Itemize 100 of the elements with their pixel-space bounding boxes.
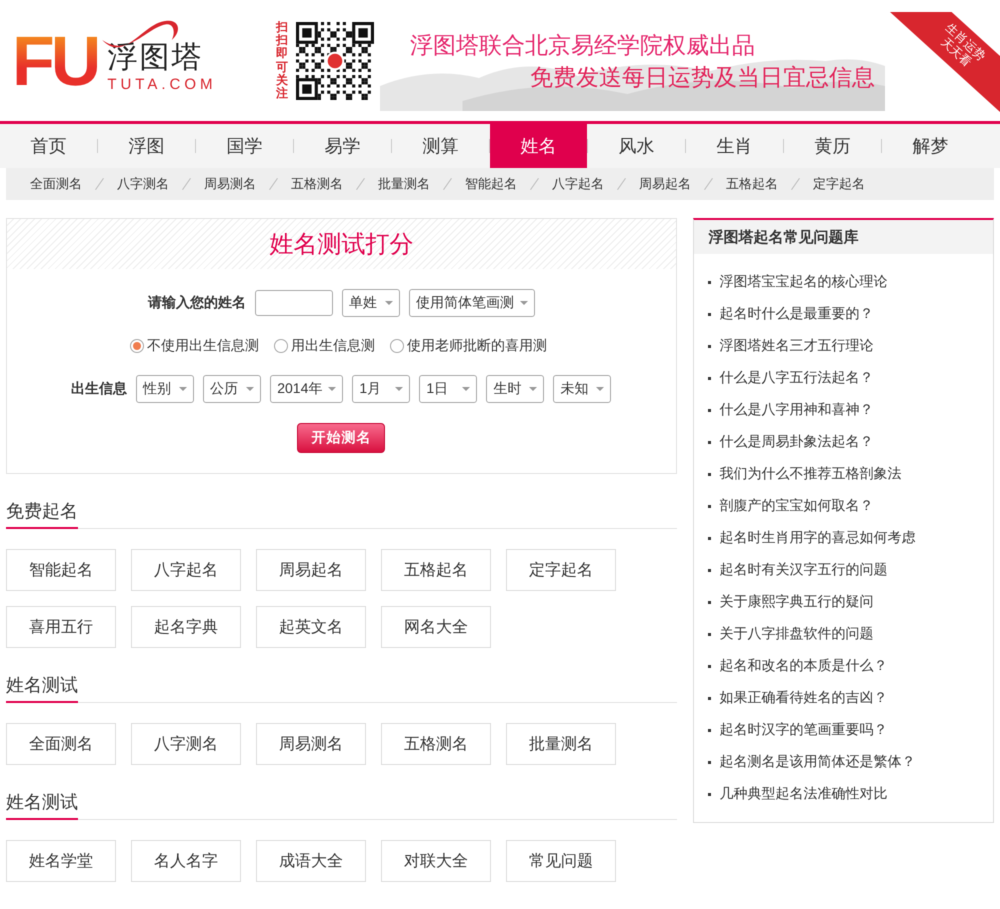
- subnav-link[interactable]: 定字起名: [813, 175, 865, 193]
- link-button[interactable]: 起名字典: [131, 606, 241, 648]
- section-title: 免费起名: [6, 500, 78, 529]
- bullet-icon: [708, 792, 711, 796]
- faq-link[interactable]: 起名和改名的本质是什么？: [720, 657, 888, 675]
- bullet-icon: [708, 568, 711, 572]
- link-button[interactable]: 定字起名: [506, 549, 616, 591]
- subnav-link[interactable]: 周易测名: [204, 175, 256, 193]
- dropdown[interactable]: 1日: [419, 375, 478, 403]
- bullet-icon: [708, 408, 711, 412]
- dropdown[interactable]: 未知: [553, 375, 612, 403]
- radio-label[interactable]: 用出生信息测: [290, 337, 375, 355]
- link-button[interactable]: 批量测名: [506, 723, 616, 765]
- radio-button[interactable]: [274, 339, 288, 353]
- field-label: 请输入您的姓名: [148, 294, 246, 312]
- bullet-icon: [708, 440, 711, 444]
- nav-tab[interactable]: 风水: [588, 124, 685, 168]
- section-title: 姓名测试: [6, 674, 78, 703]
- subnav-link[interactable]: 八字测名: [117, 175, 169, 193]
- bullet-icon: [708, 504, 711, 508]
- dropdown[interactable]: 性别: [136, 375, 194, 403]
- dropdown[interactable]: 生时: [486, 375, 544, 403]
- bullet-icon: [708, 664, 711, 668]
- subnav-link[interactable]: 八字起名: [552, 175, 604, 193]
- link-button[interactable]: 周易起名: [256, 549, 366, 591]
- nav-tab[interactable]: 浮图: [98, 124, 195, 168]
- bullet-icon: [708, 632, 711, 636]
- link-button[interactable]: 五格测名: [381, 723, 491, 765]
- link-button[interactable]: 常见问题: [506, 840, 616, 882]
- bullet-icon: [708, 728, 711, 732]
- corner-ribbon[interactable]: 生肖运势 天天看: [890, 12, 1000, 112]
- nav-tab[interactable]: 国学: [196, 124, 293, 168]
- faq-link[interactable]: 起名时什么是最重要的？: [720, 305, 874, 323]
- link-button[interactable]: 成语大全: [256, 840, 366, 882]
- bullet-icon: [708, 536, 711, 540]
- bullet-icon: [708, 696, 711, 700]
- subnav-link[interactable]: 五格起名: [726, 175, 778, 193]
- faq-link[interactable]: 几种典型起名法准确性对比: [720, 785, 888, 803]
- faq-link[interactable]: 起名时汉字的笔画重要吗？: [720, 721, 888, 739]
- faq-link[interactable]: 起名测名是该用简体还是繁体？: [720, 753, 916, 771]
- bullet-icon: [708, 312, 711, 316]
- dropdown[interactable]: 单姓: [342, 289, 400, 317]
- link-button[interactable]: 智能起名: [6, 549, 116, 591]
- bullet-icon: [708, 472, 711, 476]
- link-button[interactable]: 名人名字: [131, 840, 241, 882]
- link-button[interactable]: 周易测名: [256, 723, 366, 765]
- logo-name: 浮图塔: [107, 40, 204, 76]
- dropdown[interactable]: 公历: [203, 375, 262, 403]
- nav-tab[interactable]: 首页: [0, 124, 97, 168]
- link-button[interactable]: 对联大全: [381, 840, 491, 882]
- bullet-icon: [708, 760, 711, 764]
- link-button[interactable]: 五格起名: [381, 549, 491, 591]
- link-button[interactable]: 起英文名: [256, 606, 366, 648]
- faq-link[interactable]: 起名时有关汉字五行的问题: [720, 561, 888, 579]
- nav-tab[interactable]: 易学: [294, 124, 391, 168]
- faq-link[interactable]: 起名时生肖用字的喜忌如何考虑: [720, 529, 916, 547]
- faq-link[interactable]: 浮图塔姓名三才五行理论: [720, 337, 874, 355]
- name-input[interactable]: [254, 290, 333, 316]
- nav-tab[interactable]: 姓名: [490, 124, 587, 168]
- link-button[interactable]: 网名大全: [381, 606, 491, 648]
- subnav-link[interactable]: 五格测名: [291, 175, 343, 193]
- banner-subline: 免费发送每日运势及当日宜忌信息: [530, 62, 875, 92]
- faq-link[interactable]: 什么是八字用神和喜神？: [720, 401, 874, 419]
- banner-headline: 浮图塔联合北京易经学院权威出品: [410, 30, 755, 60]
- nav-tab[interactable]: 黄历: [784, 124, 881, 168]
- radio-label[interactable]: 不使用出生信息测: [146, 337, 259, 355]
- field-label: 出生信息: [71, 380, 128, 398]
- nav-tab[interactable]: 解梦: [882, 124, 979, 168]
- bullet-icon: [708, 376, 711, 380]
- link-button[interactable]: 八字起名: [131, 549, 241, 591]
- subnav-link[interactable]: 周易起名: [639, 175, 691, 193]
- faq-link[interactable]: 什么是八字五行法起名？: [720, 369, 874, 387]
- radio-button[interactable]: [390, 339, 404, 353]
- qr-caption: 扫扫即可关注: [276, 20, 288, 100]
- faq-link[interactable]: 剖腹产的宝宝如何取名？: [720, 497, 874, 515]
- faq-link[interactable]: 关于康熙字典五行的疑问: [720, 593, 874, 611]
- sidebar-title: 浮图塔起名常见问题库: [708, 228, 859, 246]
- bullet-icon: [708, 600, 711, 604]
- section-title: 姓名测试: [6, 791, 78, 820]
- radio-label[interactable]: 使用老师批断的喜用测: [406, 337, 547, 355]
- subnav-link[interactable]: 全面测名: [30, 175, 82, 193]
- faq-link[interactable]: 浮图塔宝宝起名的核心理论: [720, 273, 888, 291]
- faq-link[interactable]: 如果正确看待姓名的吉凶？: [720, 689, 888, 707]
- nav-tab[interactable]: 生肖: [686, 124, 783, 168]
- faq-link[interactable]: 什么是周易卦象法起名？: [720, 433, 874, 451]
- nav-tab[interactable]: 测算: [392, 124, 489, 168]
- dropdown[interactable]: 1月: [352, 375, 410, 403]
- link-button[interactable]: 八字测名: [131, 723, 241, 765]
- subnav-link[interactable]: 智能起名: [465, 175, 517, 193]
- faq-link[interactable]: 我们为什么不推荐五格剖象法: [720, 465, 902, 483]
- form-title: 姓名测试打分: [269, 230, 414, 260]
- dropdown[interactable]: 使用简体笔画测: [408, 289, 535, 317]
- link-button[interactable]: 姓名学堂: [6, 840, 116, 882]
- link-button[interactable]: 喜用五行: [6, 606, 116, 648]
- link-button[interactable]: 全面测名: [6, 723, 116, 765]
- radio-button[interactable]: [130, 339, 144, 353]
- subnav-link[interactable]: 批量测名: [378, 175, 430, 193]
- dropdown[interactable]: 2014年: [270, 375, 344, 403]
- faq-link[interactable]: 关于八字排盘软件的问题: [720, 625, 874, 643]
- submit-button[interactable]: 开始测名: [297, 423, 386, 453]
